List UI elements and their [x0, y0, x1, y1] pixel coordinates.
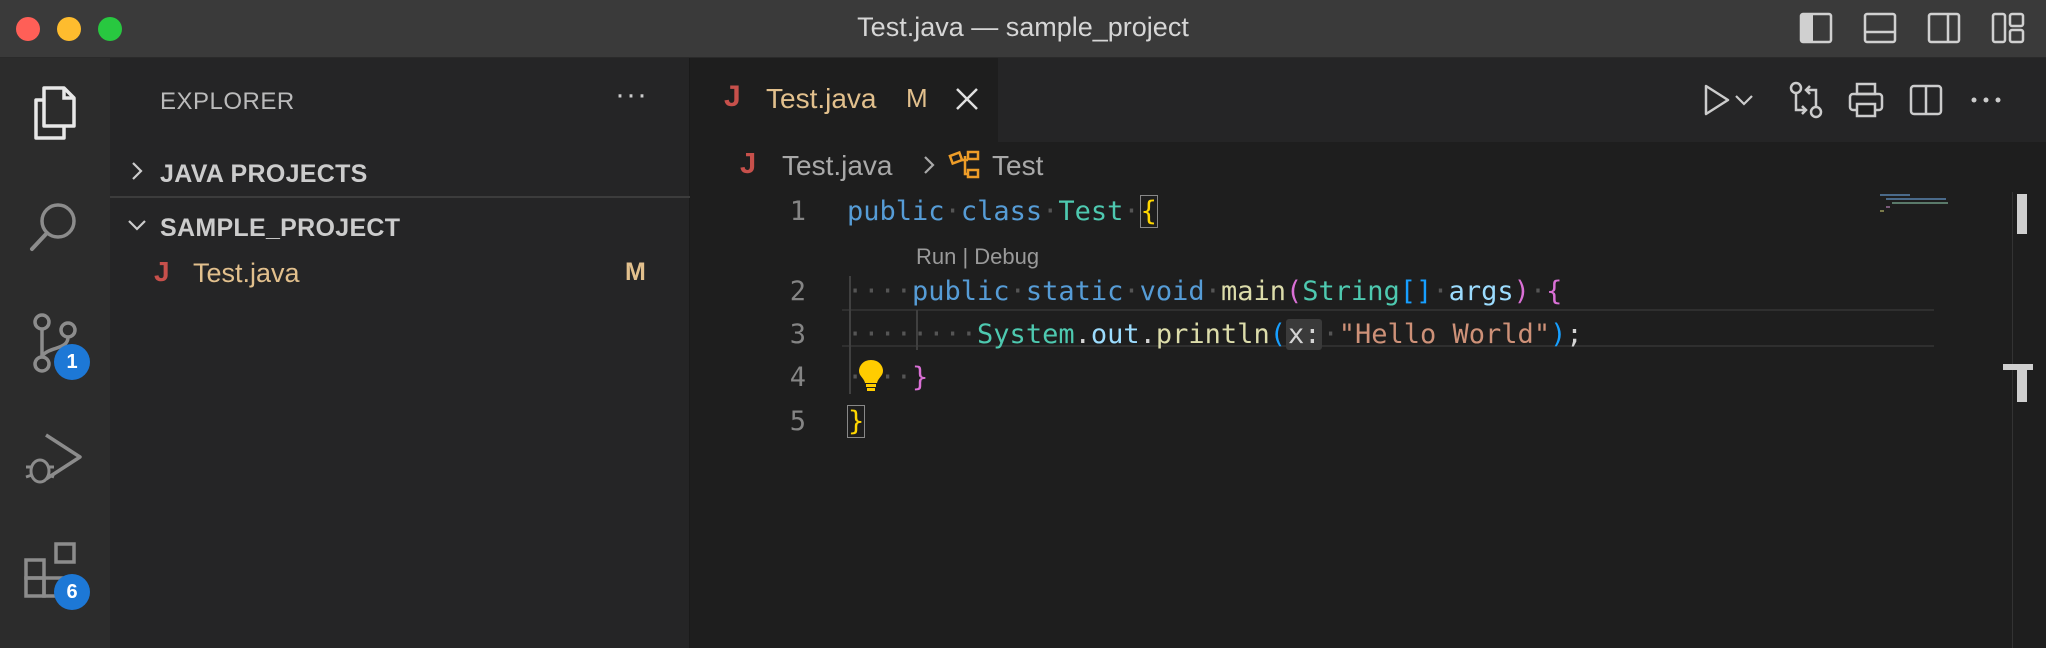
- token: class: [960, 196, 1043, 227]
- breadcrumb: J Test.java Test: [690, 142, 2046, 186]
- run-debug-icon: [25, 433, 82, 484]
- close-icon[interactable]: [954, 86, 980, 112]
- title-bar: Test.java — sample_project: [0, 0, 2046, 58]
- token: "Hello World": [1338, 319, 1551, 350]
- code-line-3[interactable]: ········System.out.println(x:·"Hello Wor…: [847, 319, 1583, 350]
- breadcrumb-symbol[interactable]: Test: [992, 150, 1043, 182]
- token: .: [1074, 319, 1091, 350]
- explorer-title: EXPLORER: [160, 88, 295, 115]
- token: }: [912, 362, 929, 393]
- more-actions-icon[interactable]: [1966, 80, 2006, 120]
- files-icon: [34, 86, 76, 140]
- token: void: [1139, 276, 1205, 307]
- toggle-panel-icon[interactable]: [1862, 10, 1898, 46]
- activity-explorer[interactable]: [20, 78, 90, 148]
- java-file-icon: J: [154, 256, 170, 287]
- extensions-badge: 6: [54, 574, 90, 610]
- search-icon: [30, 203, 76, 251]
- minimap[interactable]: [1880, 192, 1970, 222]
- section-divider: [110, 196, 690, 198]
- toggle-secondary-sidebar-icon[interactable]: [1926, 10, 1962, 46]
- tab-status-badge: M: [906, 83, 928, 113]
- token: println: [1155, 319, 1270, 350]
- token: []: [1399, 276, 1433, 307]
- code-line-5[interactable]: }: [847, 405, 866, 438]
- token: ): [1550, 319, 1567, 350]
- token: }: [847, 405, 866, 438]
- token: String: [1302, 276, 1400, 307]
- activity-search[interactable]: [20, 193, 90, 263]
- line-number: 3: [789, 319, 806, 350]
- token: static: [1025, 276, 1124, 307]
- line-number: 2: [789, 276, 806, 307]
- section-label: JAVA PROJECTS: [160, 160, 368, 188]
- activity-run-debug[interactable]: [20, 423, 90, 493]
- class-symbol-icon: [948, 150, 980, 179]
- token: {: [1139, 195, 1158, 228]
- token: (: [1269, 319, 1286, 350]
- scrollbar-thumb[interactable]: [2017, 194, 2027, 234]
- token: public: [847, 196, 945, 227]
- chevron-down-icon: [128, 220, 146, 231]
- editor-actions: [1696, 80, 2026, 120]
- token: args: [1448, 276, 1514, 307]
- scrollbar-cursor-marker: [2017, 368, 2027, 402]
- token: System: [977, 319, 1075, 350]
- lightbulb-icon[interactable]: [855, 358, 887, 392]
- run-icon[interactable]: [1696, 80, 1736, 120]
- tab-label: Test.java: [766, 83, 877, 114]
- token: public: [912, 276, 1010, 307]
- token: main: [1220, 276, 1286, 307]
- editor-scrollbar[interactable]: [2003, 192, 2033, 648]
- toggle-primary-sidebar-icon[interactable]: [1798, 10, 1834, 46]
- activity-bar: 1 6: [0, 58, 110, 648]
- activity-source-control[interactable]: 1: [20, 308, 90, 380]
- editor-area: J Test.java M J Test.java Test 1 2 3 4 5…: [690, 58, 2046, 648]
- file-status-badge: M: [625, 258, 646, 286]
- section-sample-project[interactable]: SAMPLE_PROJECT: [110, 204, 690, 252]
- token: ;: [1566, 319, 1583, 350]
- split-editor-icon[interactable]: [1906, 80, 1946, 120]
- customize-layout-icon[interactable]: [1990, 10, 2026, 46]
- chevron-right-icon: [132, 162, 143, 180]
- layout-controls: [1798, 10, 2026, 46]
- java-file-icon: J: [724, 80, 741, 113]
- explorer-sidebar: EXPLORER ··· JAVA PROJECTS SAMPLE_PROJEC…: [110, 58, 690, 648]
- line-number: 1: [789, 196, 806, 227]
- print-icon[interactable]: [1846, 80, 1886, 120]
- token: {: [1546, 276, 1563, 307]
- explorer-more-actions-button[interactable]: ···: [615, 78, 648, 112]
- codelens-run-debug[interactable]: Run | Debug: [916, 244, 1039, 270]
- code-line-1[interactable]: public·class·Test·{: [847, 195, 1158, 228]
- tab-test-java[interactable]: J Test.java M: [690, 58, 998, 142]
- section-java-projects[interactable]: JAVA PROJECTS: [110, 150, 690, 198]
- section-label: SAMPLE_PROJECT: [160, 214, 401, 242]
- compare-changes-icon[interactable]: [1786, 80, 1826, 120]
- token: ): [1513, 276, 1530, 307]
- inlay-hint: x:: [1285, 319, 1323, 350]
- token: .: [1139, 319, 1156, 350]
- java-file-icon: J: [740, 148, 757, 180]
- line-number: 4: [789, 362, 806, 393]
- line-number: 5: [789, 406, 806, 437]
- editor-tab-bar: J Test.java M: [690, 58, 2046, 142]
- breadcrumb-file[interactable]: Test.java: [782, 150, 893, 182]
- token: out: [1090, 319, 1140, 350]
- file-name: Test.java: [193, 258, 300, 288]
- token: (: [1285, 276, 1303, 307]
- window-title: Test.java — sample_project: [857, 12, 1189, 42]
- code-line-2[interactable]: ····public·static·void·main(String[]·arg…: [847, 276, 1562, 307]
- chevron-right-icon: [924, 156, 935, 174]
- activity-extensions[interactable]: 6: [20, 538, 90, 610]
- run-dropdown-icon[interactable]: [1732, 80, 1756, 120]
- source-control-badge: 1: [54, 344, 90, 380]
- file-item-test-java[interactable]: J Test.java M: [110, 254, 690, 296]
- token: Test: [1058, 196, 1124, 227]
